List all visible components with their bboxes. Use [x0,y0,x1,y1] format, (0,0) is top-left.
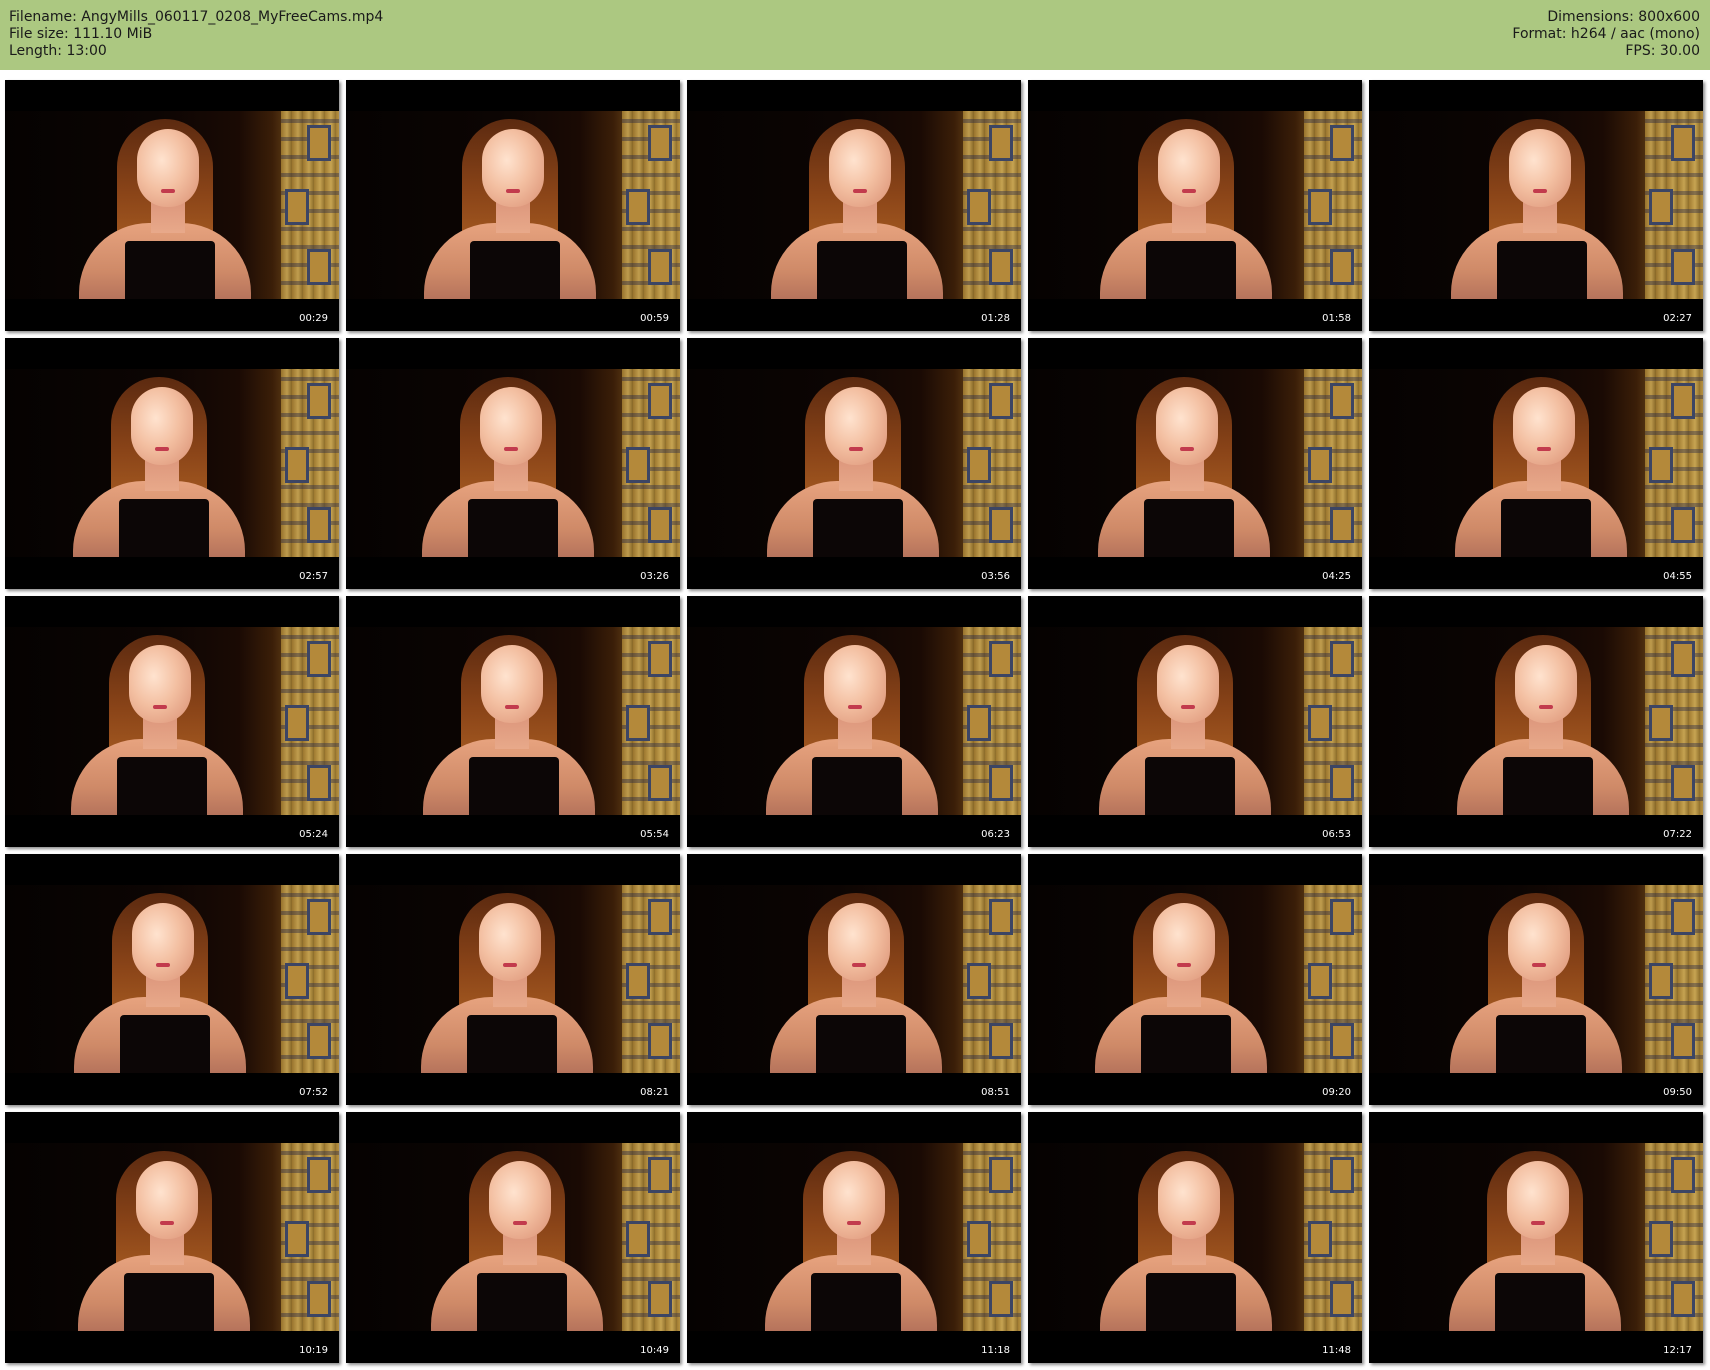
file-info: Filename: AngyMills_060117_0208_MyFreeCa… [9,9,383,60]
video-frame [346,369,680,557]
video-frame [1028,627,1362,815]
video-frame [1028,1143,1362,1331]
video-thumbnail: 04:55 [1369,338,1703,589]
video-thumbnail: 08:21 [346,854,680,1105]
video-frame [5,1143,339,1331]
thumbnail-timestamp: 08:51 [981,1087,1010,1098]
video-thumbnail: 02:27 [1369,80,1703,331]
video-frame [1369,627,1703,815]
thumbnail-timestamp: 09:20 [1322,1087,1351,1098]
video-frame [1369,885,1703,1073]
thumbnail-timestamp: 01:28 [981,313,1010,324]
thumbnail-timestamp: 08:21 [640,1087,669,1098]
thumbnail-timestamp: 01:58 [1322,313,1351,324]
video-frame [1028,369,1362,557]
thumbnail-timestamp: 06:23 [981,829,1010,840]
thumbnail-timestamp: 00:29 [299,313,328,324]
format-text: Format: h264 / aac (mono) [1512,26,1700,42]
video-thumbnail: 10:19 [5,1112,339,1363]
video-thumbnail: 11:48 [1028,1112,1362,1363]
thumbnail-timestamp: 10:49 [640,1345,669,1356]
thumbnail-timestamp: 05:54 [640,829,669,840]
thumbnail-timestamp: 07:52 [299,1087,328,1098]
thumbnail-timestamp: 11:18 [981,1345,1010,1356]
thumbnail-timestamp: 07:22 [1663,829,1692,840]
video-thumbnail: 06:53 [1028,596,1362,847]
video-thumbnail: 06:23 [687,596,1021,847]
video-frame [687,627,1021,815]
thumbnail-timestamp: 00:59 [640,313,669,324]
video-frame [1028,885,1362,1073]
video-frame [1028,111,1362,299]
video-thumbnail: 01:58 [1028,80,1362,331]
info-header: Filename: AngyMills_060117_0208_MyFreeCa… [0,0,1710,70]
video-thumbnail: 07:22 [1369,596,1703,847]
thumbnail-timestamp: 05:24 [299,829,328,840]
video-frame [5,369,339,557]
thumbnail-grid: 00:29 00:59 01:28 01:58 02:27 02:57 03:26 03:56… [5,80,1705,1365]
video-thumbnail: 00:29 [5,80,339,331]
thumbnail-timestamp: 04:25 [1322,571,1351,582]
video-frame [687,111,1021,299]
thumbnail-timestamp: 03:26 [640,571,669,582]
video-frame [687,1143,1021,1331]
video-frame [346,885,680,1073]
video-thumbnail: 03:26 [346,338,680,589]
video-frame [1369,369,1703,557]
thumbnail-timestamp: 12:17 [1663,1345,1692,1356]
video-frame [5,885,339,1073]
video-thumbnail: 00:59 [346,80,680,331]
video-thumbnail: 05:54 [346,596,680,847]
video-info: Dimensions: 800x600 Format: h264 / aac (… [1512,9,1700,60]
video-thumbnail: 10:49 [346,1112,680,1363]
video-thumbnail: 04:25 [1028,338,1362,589]
length-text: Length: 13:00 [9,43,107,59]
video-thumbnail: 09:50 [1369,854,1703,1105]
filename-text: Filename: AngyMills_060117_0208_MyFreeCa… [9,9,384,25]
video-frame [346,627,680,815]
thumbnail-timestamp: 02:57 [299,571,328,582]
video-thumbnail: 01:28 [687,80,1021,331]
fps-text: FPS: 30.00 [1625,43,1700,59]
video-thumbnail: 12:17 [1369,1112,1703,1363]
video-thumbnail: 07:52 [5,854,339,1105]
video-frame [5,627,339,815]
video-thumbnail: 08:51 [687,854,1021,1105]
video-frame [5,111,339,299]
video-frame [346,111,680,299]
video-frame [1369,111,1703,299]
thumbnail-timestamp: 06:53 [1322,829,1351,840]
thumbnail-timestamp: 09:50 [1663,1087,1692,1098]
video-frame [346,1143,680,1331]
video-frame [1369,1143,1703,1331]
video-thumbnail: 03:56 [687,338,1021,589]
filesize-text: File size: 111.10 MiB [9,26,153,42]
thumbnail-timestamp: 04:55 [1663,571,1692,582]
thumbnail-timestamp: 11:48 [1322,1345,1351,1356]
video-thumbnail: 09:20 [1028,854,1362,1105]
video-thumbnail: 11:18 [687,1112,1021,1363]
video-thumbnail: 05:24 [5,596,339,847]
video-frame [687,369,1021,557]
video-frame [687,885,1021,1073]
thumbnail-timestamp: 03:56 [981,571,1010,582]
video-thumbnail: 02:57 [5,338,339,589]
thumbnail-timestamp: 02:27 [1663,313,1692,324]
thumbnail-timestamp: 10:19 [299,1345,328,1356]
dimensions-text: Dimensions: 800x600 [1547,9,1700,25]
